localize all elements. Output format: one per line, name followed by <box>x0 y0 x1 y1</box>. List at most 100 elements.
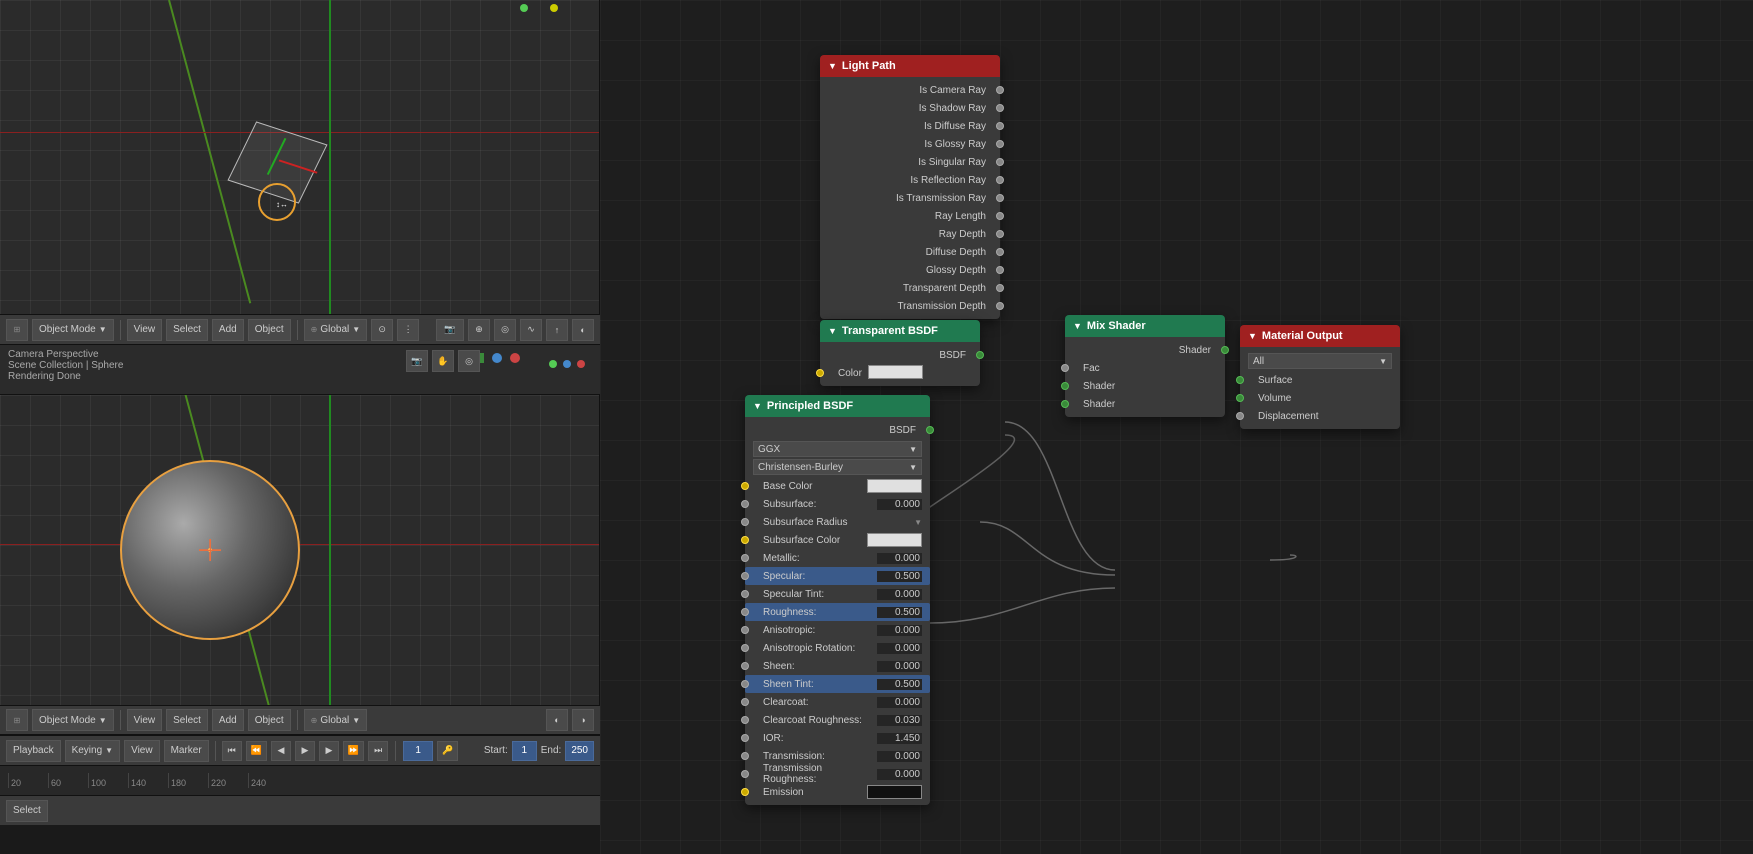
metallic-value[interactable]: 0.000 <box>877 553 922 564</box>
collapse-arrow-t[interactable]: ▼ <box>828 326 837 336</box>
node-principled-bsdf[interactable]: ▼ Principled BSDF BSDF GGX ▼ Christensen… <box>745 395 930 805</box>
marker-menu[interactable]: Marker <box>164 740 209 762</box>
anisotropic-value[interactable]: 0.000 <box>877 625 922 636</box>
node-editor[interactable]: ▼ Light Path Is Camera Ray Is Shadow Ray… <box>600 0 1753 854</box>
end-frame[interactable]: 250 <box>565 741 594 761</box>
row-bsdf-out: BSDF <box>820 346 980 364</box>
row-specular: Specular: 0.500 <box>745 567 930 585</box>
viewport-nav-y[interactable] <box>492 353 502 363</box>
overlay-icon[interactable]: 📷 <box>406 350 428 372</box>
clearcoat-roughness-value[interactable]: 0.030 <box>877 715 922 726</box>
overlay-btn-bottom[interactable]: ◐ <box>546 709 568 731</box>
collapse-arrow-p[interactable]: ▼ <box>753 401 762 411</box>
socket-transmission-roughness <box>741 770 749 778</box>
base-color-swatch[interactable] <box>867 479 922 493</box>
emission-swatch[interactable] <box>867 785 922 799</box>
grab-icon[interactable]: ✋ <box>432 350 454 372</box>
orient-btn[interactable]: ↑ <box>546 319 568 341</box>
transparent-title: Transparent BSDF <box>842 325 938 337</box>
sheen-tint-value[interactable]: 0.500 <box>877 679 922 690</box>
overlay-btn[interactable]: 📷 <box>436 319 464 341</box>
transmission-value[interactable]: 0.000 <box>877 751 922 762</box>
view-timeline-menu[interactable]: View <box>124 740 160 762</box>
view-menu[interactable]: View <box>127 319 163 341</box>
ior-value[interactable]: 1.450 <box>877 733 922 744</box>
jump-end-btn[interactable]: ⏭ <box>368 741 388 761</box>
start-frame[interactable]: 1 <box>512 741 537 761</box>
current-frame[interactable]: 1 <box>403 741 433 761</box>
object-mode-dropdown[interactable]: Object Mode ▼ <box>32 319 114 341</box>
snap-btn[interactable]: ∿ <box>520 319 542 341</box>
collapse-arrow-m[interactable]: ▼ <box>1073 321 1082 331</box>
clearcoat-value[interactable]: 0.000 <box>877 697 922 708</box>
anisotropic-rotation-value[interactable]: 0.000 <box>877 643 922 654</box>
gizmo-btn[interactable]: ⊕ <box>468 319 490 341</box>
shadow-ray-label: Is Shadow Ray <box>828 103 992 114</box>
prev-keyframe-btn[interactable]: ⏪ <box>246 741 267 761</box>
transmission-roughness-value[interactable]: 0.000 <box>877 769 922 780</box>
row-glossy-ray: Is Glossy Ray <box>820 135 1000 153</box>
jump-start-btn[interactable]: ⏮ <box>222 741 242 761</box>
object-menu-bottom[interactable]: Object <box>248 709 291 731</box>
object-mode-dropdown-bottom[interactable]: Object Mode ▼ <box>32 709 114 731</box>
node-transparent-bsdf[interactable]: ▼ Transparent BSDF BSDF Color <box>820 320 980 386</box>
row-anisotropic: Anisotropic: 0.000 <box>745 621 930 639</box>
principled-header[interactable]: ▼ Principled BSDF <box>745 395 930 417</box>
pivot-btn[interactable]: ⊙ <box>371 319 393 341</box>
add-menu-bottom[interactable]: Add <box>212 709 244 731</box>
row-ray-length: Ray Length <box>820 207 1000 225</box>
keying-menu[interactable]: Keying ▼ <box>65 740 121 762</box>
snap-icon[interactable]: ⋮ <box>397 319 419 341</box>
color-swatch[interactable] <box>868 365 923 379</box>
proportional-btn[interactable]: ◎ <box>494 319 516 341</box>
step-forward-btn[interactable]: ▶ <box>319 741 339 761</box>
ggx-dropdown[interactable]: GGX ▼ <box>753 441 922 457</box>
transform-dropdown[interactable]: ⊕ Global ▼ <box>304 319 368 341</box>
subsurface-value[interactable]: 0.000 <box>877 499 922 510</box>
material-output-header[interactable]: ▼ Material Output <box>1240 325 1400 347</box>
keyframe-btn[interactable]: 🔑 <box>437 741 458 761</box>
add-menu[interactable]: Add <box>212 319 244 341</box>
christensen-dropdown[interactable]: Christensen-Burley ▼ <box>753 459 922 475</box>
all-dropdown[interactable]: All ▼ <box>1248 353 1392 369</box>
node-mix-shader[interactable]: ▼ Mix Shader Shader Fac Shader Shader <box>1065 315 1225 417</box>
step-back-btn[interactable]: ◀ <box>271 741 291 761</box>
select-menu[interactable]: Select <box>166 319 208 341</box>
select-icon2[interactable]: ◎ <box>458 350 480 372</box>
transparent-depth-label: Transparent Depth <box>828 283 992 294</box>
collapse-arrow[interactable]: ▼ <box>828 61 837 71</box>
socket-roughness <box>741 608 749 616</box>
displacement-label: Displacement <box>1258 411 1319 422</box>
subsurface-color-swatch[interactable] <box>867 533 922 547</box>
node-light-path[interactable]: ▼ Light Path Is Camera Ray Is Shadow Ray… <box>820 55 1000 319</box>
rendered-sphere <box>120 460 300 640</box>
socket-transparent-depth <box>996 284 1004 292</box>
playback-menu[interactable]: Playback <box>6 740 61 762</box>
roughness-value[interactable]: 0.500 <box>877 607 922 618</box>
mix-shader-header[interactable]: ▼ Mix Shader <box>1065 315 1225 337</box>
light-path-header[interactable]: ▼ Light Path <box>820 55 1000 77</box>
glossy-ray-label: Is Glossy Ray <box>828 139 992 150</box>
view-menu-bottom[interactable]: View <box>127 709 163 731</box>
socket-color-in <box>816 369 824 377</box>
object-menu[interactable]: Object <box>248 319 291 341</box>
shading-btn-bottom[interactable]: ◑ <box>572 709 594 731</box>
metallic-label: Metallic: <box>763 553 877 564</box>
specular-tint-value[interactable]: 0.000 <box>877 589 922 600</box>
transparent-header[interactable]: ▼ Transparent BSDF <box>820 320 980 342</box>
viewport-top[interactable]: ↕↔ <box>0 0 600 315</box>
select-menu-bottom[interactable]: Select <box>166 709 208 731</box>
play-btn[interactable]: ▶ <box>295 741 315 761</box>
ruler-140: 140 <box>128 773 168 788</box>
collapse-arrow-mo[interactable]: ▼ <box>1248 331 1257 341</box>
socket-specular-tint <box>741 590 749 598</box>
transform-dropdown-bottom[interactable]: ⊕ Global ▼ <box>304 709 368 731</box>
viewport-shading1[interactable]: ◐ <box>572 319 594 341</box>
sheen-value[interactable]: 0.000 <box>877 661 922 672</box>
select-btn-status[interactable]: Select <box>6 800 48 822</box>
viewport-nav-z[interactable] <box>510 353 520 363</box>
specular-value[interactable]: 0.500 <box>877 571 922 582</box>
viewport-bottom[interactable] <box>0 395 600 705</box>
node-material-output[interactable]: ▼ Material Output All ▼ Surface Volume D… <box>1240 325 1400 429</box>
next-keyframe-btn[interactable]: ⏩ <box>343 741 364 761</box>
